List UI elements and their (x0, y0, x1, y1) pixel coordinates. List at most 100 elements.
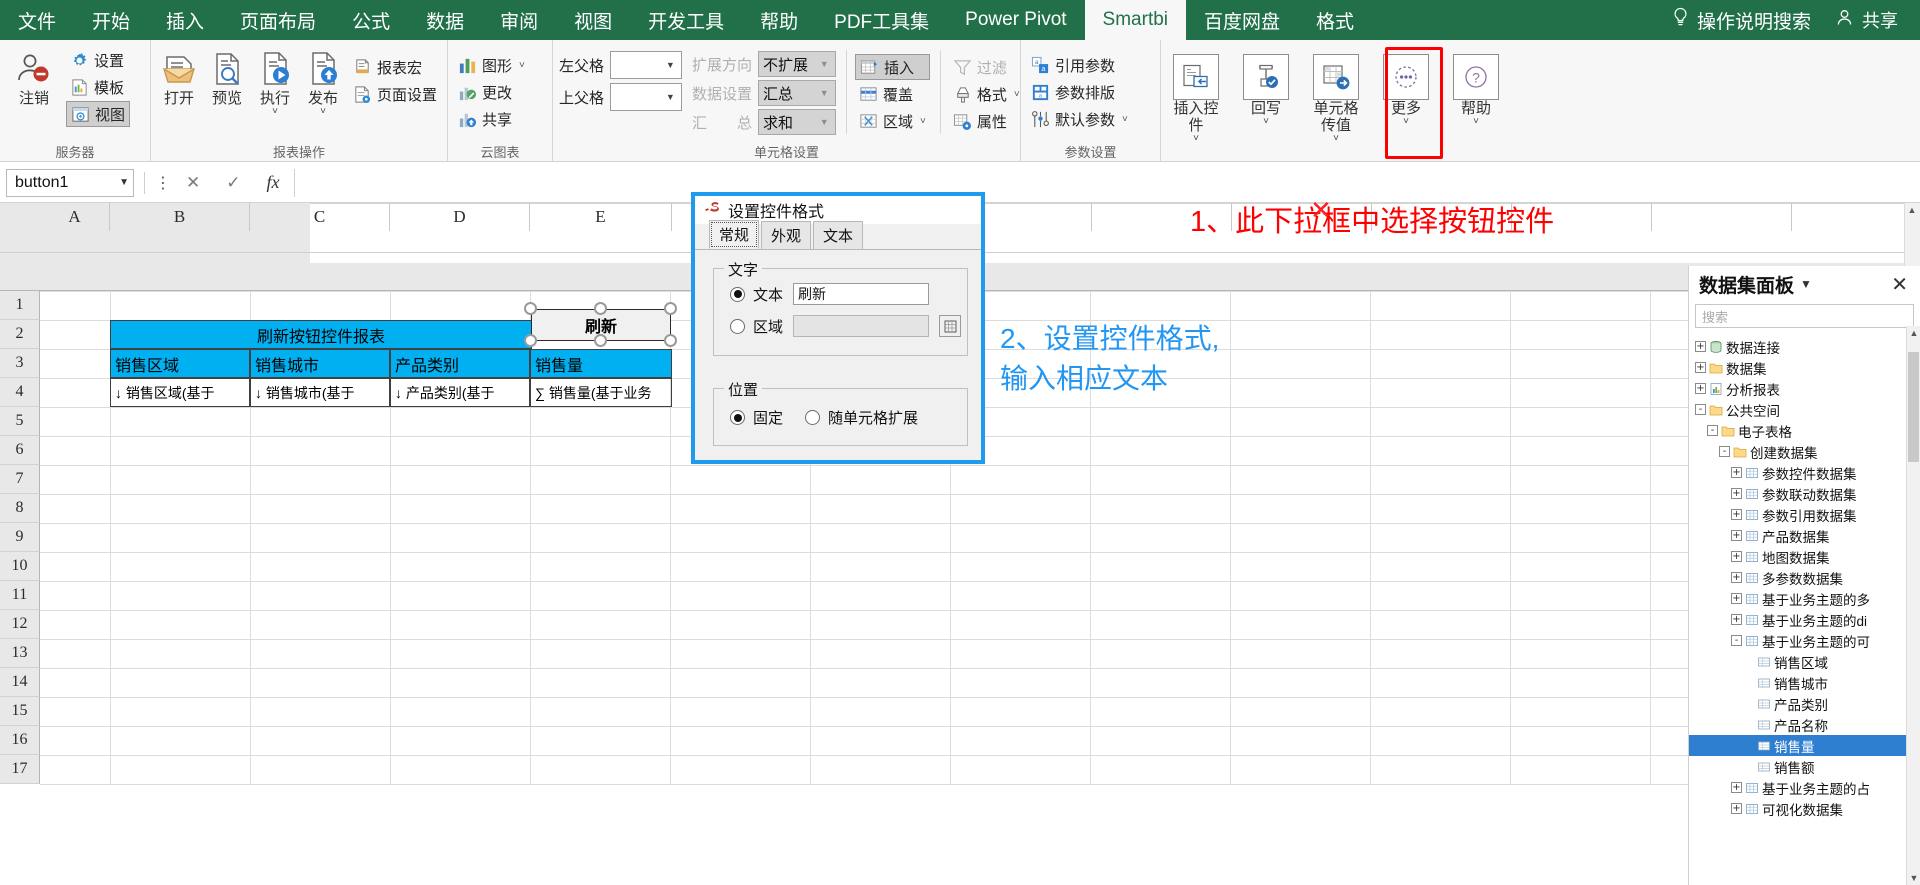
row-header-8[interactable]: 8 (0, 494, 40, 523)
text-radio[interactable] (730, 286, 745, 302)
tree-node[interactable]: + 数据连接 (1689, 336, 1906, 357)
tree-node[interactable]: - 创建数据集 (1689, 441, 1906, 462)
run-button[interactable]: 执行 ˅ (253, 44, 297, 117)
expand-icon[interactable]: + (1731, 551, 1742, 562)
text-value-input[interactable]: 刷新 (793, 283, 930, 305)
cancel-icon[interactable]: ✕ (186, 173, 200, 193)
menu-tab-5[interactable]: 公式 (334, 0, 408, 40)
cell-header-3[interactable]: 销售量 (530, 349, 672, 378)
tree-node[interactable]: 产品名称 (1689, 714, 1906, 735)
tree-node[interactable]: - 电子表格 (1689, 420, 1906, 441)
expand-icon[interactable]: + (1695, 362, 1706, 373)
tree-node[interactable]: + 参数联动数据集 (1689, 483, 1906, 504)
cell-tool-属性[interactable]: 属性 (949, 108, 1024, 134)
scroll-down-icon[interactable]: ▼ (1907, 871, 1920, 885)
menu-tab-15[interactable]: 格式 (1298, 0, 1372, 40)
shape-handle-tl[interactable] (524, 302, 537, 315)
top-parent-cell-select[interactable]: ▼ (610, 83, 683, 111)
area-value-input[interactable] (793, 315, 930, 337)
chevron-down-icon[interactable]: ˅ (1473, 117, 1479, 127)
report-op-报表宏[interactable]: 报表宏 (349, 54, 441, 80)
tree-node[interactable]: + 数据集 (1689, 357, 1906, 378)
param-item-引用参数[interactable]: a a 引用参数 (1027, 52, 1132, 78)
server-item-视图[interactable]: 视图 (66, 101, 131, 127)
fx-icon[interactable]: fx (267, 172, 280, 193)
menu-tab-9[interactable]: 开发工具 (630, 0, 742, 40)
cloudchart-item-更改[interactable]: 更改 (454, 79, 529, 105)
shape-handle-bc[interactable] (594, 334, 607, 347)
chevron-down-icon[interactable]: ˅ (1403, 117, 1409, 127)
position-fixed-row[interactable]: 固定 (730, 407, 783, 428)
column-header-B[interactable]: B (110, 203, 250, 231)
menu-tab-13[interactable]: Smartbi (1084, 0, 1187, 40)
cell-mode-覆盖[interactable]: 覆盖 (855, 81, 930, 107)
report-op-页面设置[interactable]: 页面设置 (349, 81, 441, 107)
row-header-11[interactable]: 11 (0, 581, 40, 610)
tree-node[interactable]: + 地图数据集 (1689, 546, 1906, 567)
chevron-down-icon[interactable]: ▼ (665, 60, 676, 70)
tree-node[interactable]: + 参数引用数据集 (1689, 504, 1906, 525)
expand-icon[interactable]: + (1731, 509, 1742, 520)
tree-node[interactable]: + 产品数据集 (1689, 525, 1906, 546)
expand-icon[interactable]: + (1731, 593, 1742, 604)
collapse-icon[interactable]: - (1731, 635, 1742, 646)
tree-node[interactable]: + 分析报表 (1689, 378, 1906, 399)
row-header-6[interactable]: 6 (0, 436, 40, 465)
expand-icon[interactable]: + (1731, 803, 1742, 814)
ribbon-button-cell-pass-value[interactable]: 单元格传值 ˅ (1307, 50, 1365, 144)
cell-data-0[interactable]: ↓ 销售区域(基于 (110, 378, 250, 407)
column-header-extra[interactable] (1652, 203, 1792, 231)
param-item-默认参数[interactable]: 默认参数 ˅ (1027, 106, 1132, 132)
scrollbar-thumb[interactable] (1908, 352, 1919, 462)
cloudchart-item-共享[interactable]: 共享 (454, 106, 529, 132)
tree-node[interactable]: + 基于业务主题的占 (1689, 777, 1906, 798)
expand-icon[interactable]: + (1695, 383, 1706, 394)
menu-tab-8[interactable]: 视图 (556, 0, 630, 40)
tree-node[interactable]: + 基于业务主题的di (1689, 609, 1906, 630)
column-header-A[interactable]: A (40, 203, 110, 231)
expand-icon[interactable]: + (1731, 572, 1742, 583)
cell-mode-插入[interactable]: 插入 (855, 54, 930, 80)
dataset-panel-scrollbar[interactable]: ▲ ▼ (1906, 326, 1920, 885)
row-header-13[interactable]: 13 (0, 639, 40, 668)
area-radio[interactable] (730, 318, 745, 334)
column-header-E[interactable]: E (530, 203, 672, 231)
area-radio-row[interactable]: 区域 (730, 316, 783, 337)
row-header-15[interactable]: 15 (0, 697, 40, 726)
tree-node[interactable]: - 公共空间 (1689, 399, 1906, 420)
dialog-tab-2[interactable]: 外观 (761, 221, 812, 249)
chevron-down-icon[interactable]: ˅ (320, 107, 326, 117)
chevron-down-icon[interactable]: ▼ (1800, 277, 1812, 291)
row-header-2[interactable]: 2 (0, 320, 40, 349)
tree-node[interactable]: 销售区域 (1689, 651, 1906, 672)
server-item-模板[interactable]: 模板 (66, 74, 130, 100)
column-header-D[interactable]: D (390, 203, 530, 231)
expand-icon[interactable]: + (1731, 530, 1742, 541)
collapse-icon[interactable]: - (1707, 425, 1718, 436)
chevron-down-icon[interactable]: ▼ (665, 92, 676, 102)
data-setting-select[interactable]: 汇总 ▼ (758, 80, 837, 106)
publish-button[interactable]: 发布 ˅ (301, 44, 345, 117)
collapse-icon[interactable]: - (1695, 404, 1706, 415)
menu-tab-1[interactable]: 文件 (0, 0, 74, 40)
menu-tab-11[interactable]: PDF工具集 (816, 0, 947, 40)
ribbon-button-writeback[interactable]: 回写 ˅ (1237, 50, 1295, 127)
dataset-search-input[interactable]: 搜索 (1695, 304, 1914, 328)
shape-handle-br[interactable] (664, 334, 677, 347)
cell-data-1[interactable]: ↓ 销售城市(基于 (250, 378, 390, 407)
annotation-close-icon[interactable]: ✕ (1310, 195, 1332, 226)
open-button[interactable]: 打开 (157, 44, 201, 107)
tree-node[interactable]: 销售城市 (1689, 672, 1906, 693)
scroll-up-icon[interactable]: ▲ (1905, 203, 1919, 217)
row-header-12[interactable]: 12 (0, 610, 40, 639)
chevron-down-icon[interactable]: ˅ (1333, 134, 1339, 144)
name-box[interactable]: button1 ▼ (6, 168, 134, 197)
chevron-down-icon[interactable]: ˅ (920, 116, 926, 127)
cell-picker-icon[interactable] (939, 315, 962, 337)
tree-node[interactable]: + 基于业务主题的多 (1689, 588, 1906, 609)
cell-mode-区域[interactable]: 区域 ˅ (855, 108, 930, 134)
position-fixed-radio[interactable] (730, 410, 745, 425)
chevron-down-icon[interactable]: ˅ (519, 60, 525, 71)
expand-icon[interactable]: + (1695, 341, 1706, 352)
tree-node[interactable]: + 多参数数据集 (1689, 567, 1906, 588)
